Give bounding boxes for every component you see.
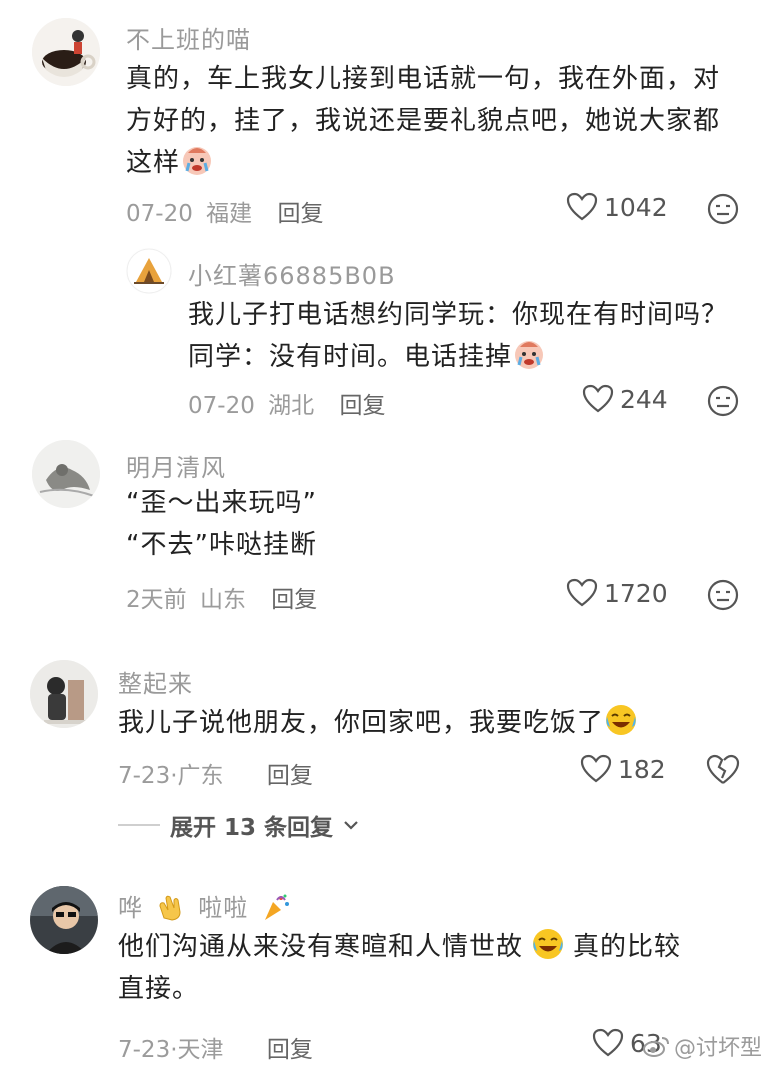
emoji-react-button[interactable]	[706, 578, 740, 612]
like-count: 182	[618, 754, 666, 784]
comment-date: 2天前	[126, 587, 187, 613]
like-count: 1720	[604, 578, 668, 608]
comment-author[interactable]: 整起来	[118, 664, 193, 699]
comment-location: 湖北	[268, 393, 315, 419]
comment-line: 直接。	[118, 974, 200, 1004]
comment-location: 山东	[199, 587, 246, 613]
like-count: 1042	[604, 192, 668, 222]
heart-icon	[566, 192, 598, 221]
comment-date: 07-20	[126, 201, 193, 227]
comment-date: 7-23·	[118, 763, 178, 789]
comment-date: 7-23·	[118, 1037, 178, 1063]
comment-location: 天津	[177, 1037, 224, 1063]
comment-line: “歪～出来玩吗”	[126, 488, 317, 518]
heart-icon	[582, 384, 614, 413]
reply-button[interactable]: 回复	[277, 201, 323, 227]
author-name-part: 哗	[118, 894, 143, 922]
comment-line: 他们沟通从来没有寒暄和人情世故 真的比较	[118, 926, 748, 968]
divider	[118, 824, 160, 826]
watermark: @讨坏型	[642, 1030, 762, 1062]
neutral-face-icon	[707, 385, 739, 417]
comment-author[interactable]: 不上班的喵	[126, 20, 251, 55]
dislike-button[interactable]	[706, 754, 740, 788]
comment-text: 他们沟通从来没有寒暄和人情世故 真的比较 直接。	[118, 926, 748, 1010]
comment-line: “不去”咔哒挂断	[126, 530, 317, 560]
emoji-react-button[interactable]	[706, 384, 740, 418]
reply-button[interactable]: 回复	[267, 763, 313, 789]
like-button[interactable]: 1720	[566, 578, 668, 608]
like-button[interactable]: 182	[580, 754, 666, 784]
avatar[interactable]	[126, 248, 172, 294]
broken-heart-icon	[706, 754, 740, 784]
avatar[interactable]	[32, 18, 100, 86]
comment-author[interactable]: 明月清风	[126, 448, 226, 483]
chevron-down-icon	[344, 821, 358, 830]
laughing-crying-emoji-icon	[604, 703, 638, 737]
watermark-text: @讨坏型	[673, 1036, 762, 1061]
crying-emoji-icon	[180, 143, 214, 177]
comment-author[interactable]: 小红薯66885B0B	[188, 256, 396, 291]
comment-line-text: 他们沟通从来没有寒暄和人情世故	[118, 932, 524, 962]
author-name-part: 啦啦	[198, 894, 249, 922]
comment-meta: 7-23·广东 回复	[118, 756, 313, 790]
neutral-face-icon	[707, 579, 739, 611]
comment-line-text: 同学：没有时间。电话挂掉	[188, 342, 513, 372]
like-button[interactable]: 244	[582, 384, 668, 414]
expand-replies-button[interactable]: 展开 13 条回复	[118, 808, 359, 842]
comment-text-body: 我儿子说他朋友，你回家吧，我要吃饭了	[118, 708, 605, 738]
comment-text: 真的，车上我女儿接到电话就一句，我在外面，对方好的，挂了，我说还是要礼貌点吧，她…	[126, 58, 736, 184]
avatar[interactable]	[32, 440, 100, 508]
comment-meta: 07-20 湖北 回复	[188, 386, 385, 420]
reply-button[interactable]: 回复	[267, 1037, 313, 1063]
comment-location: 广东	[177, 763, 224, 789]
comment-text: 我儿子打电话想约同学玩：你现在有时间吗？ 同学：没有时间。电话挂掉	[188, 294, 748, 378]
comment-text-body: 真的，车上我女儿接到电话就一句，我在外面，对方好的，挂了，我说还是要礼貌点吧，她…	[126, 64, 721, 178]
like-count: 244	[620, 384, 668, 414]
neutral-face-icon	[707, 193, 739, 225]
comment-date: 07-20	[188, 393, 255, 419]
heart-icon	[566, 578, 598, 607]
emoji-react-button[interactable]	[706, 192, 740, 226]
comment-meta: 2天前 山东 回复	[126, 580, 317, 614]
laughing-crying-emoji-icon	[531, 927, 565, 961]
comment-text: 我儿子说他朋友，你回家吧，我要吃饭了	[118, 702, 748, 744]
crying-emoji-icon	[512, 337, 546, 371]
expand-label: 展开 13 条回复	[170, 815, 334, 841]
party-popper-icon	[261, 892, 291, 922]
comment-text: “歪～出来玩吗” “不去”咔哒挂断	[126, 482, 726, 566]
reply-button[interactable]: 回复	[339, 393, 385, 419]
like-button[interactable]: 1042	[566, 192, 668, 222]
heart-icon	[580, 754, 612, 783]
avatar[interactable]	[30, 886, 98, 954]
heart-icon	[592, 1028, 624, 1057]
comment-meta: 07-20 福建 回复	[126, 194, 323, 228]
reply-button[interactable]: 回复	[271, 587, 317, 613]
avatar[interactable]	[30, 660, 98, 728]
comment-location: 福建	[206, 201, 253, 227]
comment-meta: 7-23·天津 回复	[118, 1030, 313, 1064]
clapping-hands-icon	[156, 892, 186, 922]
comment-line-text: 真的比较	[573, 932, 682, 962]
weibo-logo-icon	[642, 1037, 669, 1057]
comment-author[interactable]: 哗 啦啦	[118, 888, 295, 923]
comment-line-2: 同学：没有时间。电话挂掉	[188, 336, 748, 378]
comment-line: 我儿子打电话想约同学玩：你现在有时间吗？	[188, 300, 729, 330]
